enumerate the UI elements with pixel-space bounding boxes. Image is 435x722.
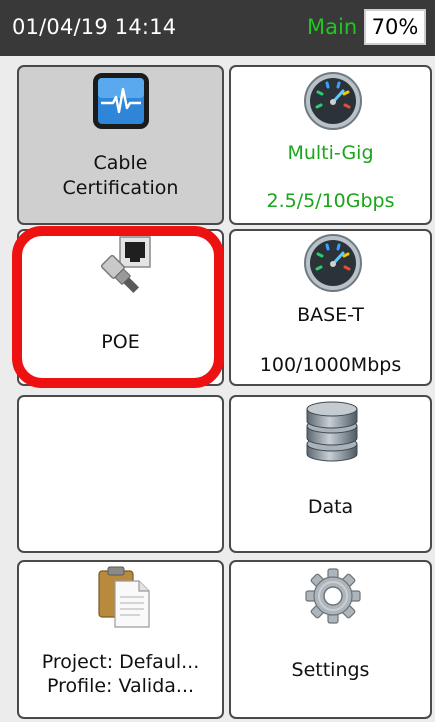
profile-label: Profile: Valida... (46, 675, 195, 697)
cable-label-line1: Cable (93, 152, 148, 174)
multi-gig-title: Multi-Gig (287, 142, 374, 164)
project-profile-tile[interactable]: Project: Defaul... Profile: Valida... (17, 560, 224, 719)
poe-tile[interactable]: POE (17, 229, 224, 386)
project-label: Project: Defaul... (41, 651, 200, 673)
base-t-title: BASE-T (297, 304, 364, 326)
multi-gig-speed: 2.5/5/10Gbps (266, 190, 395, 212)
status-bar: 01/04/19 14:14 Main 70% (0, 0, 435, 56)
battery-indicator: 70% (364, 9, 426, 45)
multi-gig-tile[interactable]: Multi-Gig 2.5/5/10Gbps (229, 65, 432, 225)
base-t-tile[interactable]: BASE-T 100/1000Mbps (229, 229, 432, 386)
clipboard-icon (98, 566, 150, 628)
oscilloscope-icon (93, 73, 149, 129)
database-icon (306, 401, 358, 462)
cable-label-line2: Certification (62, 177, 179, 199)
ethernet-plug-icon (100, 236, 151, 294)
data-title: Data (307, 496, 354, 518)
speedometer-icon (304, 234, 362, 292)
speedometer-icon (304, 72, 362, 130)
empty-tile[interactable] (17, 395, 224, 553)
cable-certification-tile[interactable]: Cable Certification (17, 65, 224, 225)
settings-tile[interactable]: Settings (229, 560, 432, 719)
date-time: 01/04/19 14:14 (12, 15, 177, 39)
base-t-speed: 100/1000Mbps (259, 354, 402, 376)
settings-title: Settings (291, 659, 370, 681)
mode-label[interactable]: Main (307, 15, 357, 39)
poe-title: POE (101, 331, 140, 353)
data-tile[interactable]: Data (229, 395, 432, 553)
gear-icon (305, 568, 361, 624)
